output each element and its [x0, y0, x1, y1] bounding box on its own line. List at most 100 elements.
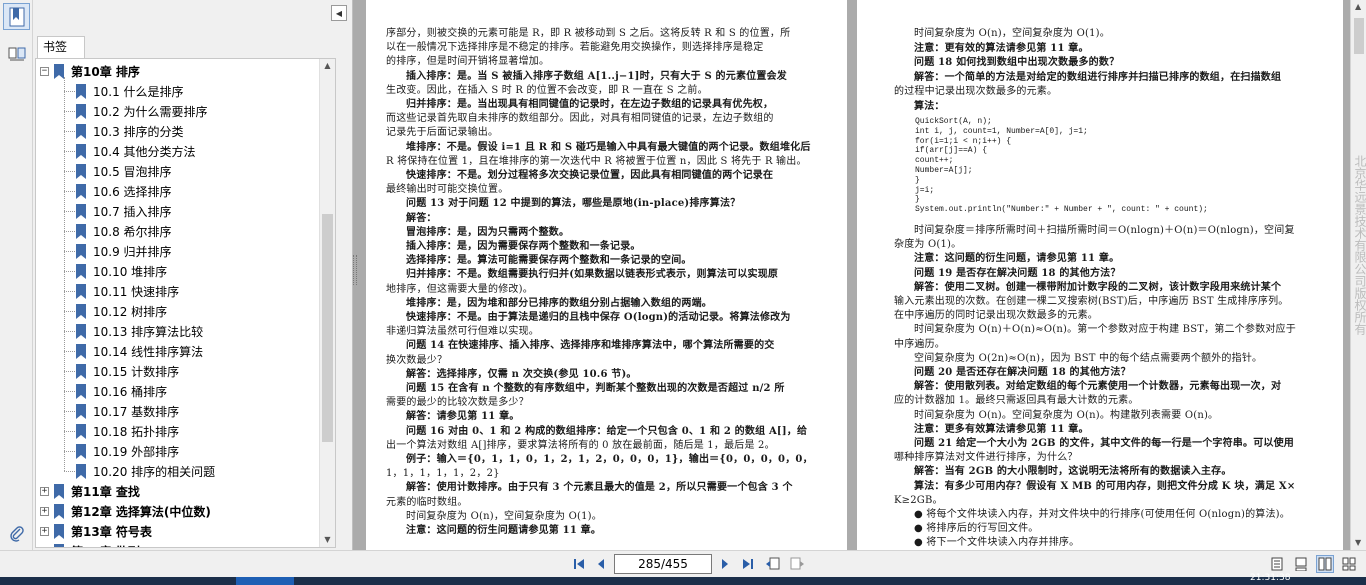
text-line: 归并排序：是。当出现具有相同键值的记录时，在左边子数组的记录具有优先权， [406, 99, 774, 110]
text-line: 非递归算法虽然可行但难以实现。 [386, 326, 539, 338]
tree-branch-line [64, 131, 75, 132]
bookmark-label: 第13章 符号表 [71, 524, 152, 539]
next-page-icon[interactable] [716, 555, 734, 573]
expand-node-icon[interactable]: + [40, 486, 49, 496]
text-line: 解答：当有 2GB 的大小限制时，这说明无法将所有的数据读入主存。 [914, 466, 1232, 478]
tree-branch-line [64, 431, 75, 432]
go-forward-view-icon[interactable] [788, 555, 806, 573]
scroll-down-arrow-icon[interactable]: ▼ [1355, 538, 1361, 547]
scroll-down-arrow-icon[interactable]: ▼ [323, 535, 332, 544]
tree-branch-line [64, 311, 75, 312]
bookmark-tree-scrollbar[interactable]: ▲ ▼ [319, 59, 335, 547]
go-back-view-icon[interactable] [764, 555, 782, 573]
bookmark-section[interactable]: 10.3 排序的分类 [76, 121, 184, 141]
tree-trunk-line [64, 77, 65, 471]
bookmark-section[interactable]: 10.8 希尔排序 [76, 221, 172, 241]
expand-node-icon[interactable]: + [40, 546, 49, 547]
bookmark-section[interactable]: 10.16 桶排序 [76, 381, 167, 401]
bookmark-icon [76, 143, 86, 159]
text-line: 问题 14 在快速排序、插入排序、选择排序和堆排序算法中，哪个算法所需要的交 [406, 340, 775, 352]
bookmark-icon [76, 403, 86, 419]
bookmark-section[interactable]: 10.19 外部排序 [76, 441, 179, 461]
text-line: 问题 15 在含有 n 个整数的有序数组中，判断某个整数出现的次数是否超过 n/… [406, 383, 785, 394]
bookmark-section[interactable]: 10.5 冒泡排序 [76, 161, 172, 181]
bookmark-label: 10.9 归并排序 [93, 244, 172, 259]
two-page-view-icon[interactable] [1316, 555, 1334, 573]
code-line: int i, j, count=1, Number=A[0], j=1; [915, 126, 1088, 136]
code-line: if(arr[j]==A) { [915, 146, 988, 156]
text-line: 归并排序：不是。数组需要执行归并(如果数据以链表形式表示，则算法可以实现原 [406, 269, 779, 281]
bookmark-section[interactable]: 10.18 拓扑排序 [76, 421, 179, 441]
text-line: 插入排序：是，因为需要保存两个整数和一条记录。 [406, 241, 641, 252]
text-line: 时间复杂度为 O(n)，空间复杂度为 O(1)。 [406, 510, 602, 522]
bookmark-section[interactable]: 10.11 快速排序 [76, 281, 179, 301]
bookmark-icon [54, 503, 64, 519]
text-line: 而这些记录首先取自未排序的数组部分。因此，对具有相同键值的记录，左边子数组的 [386, 113, 774, 125]
collapse-panel-button[interactable]: ◀ [331, 5, 347, 21]
text-line: ● 将下一个文件块读入内存并排序。 [914, 537, 1080, 549]
expand-node-icon[interactable]: + [40, 506, 49, 516]
two-page-continuous-view-icon[interactable] [1340, 555, 1358, 573]
bookmark-chapter[interactable]: + 第12章 选择算法(中位数) [40, 501, 211, 521]
last-page-icon[interactable] [739, 555, 757, 573]
document-scrollbar-thumb[interactable] [1354, 18, 1364, 54]
bookmarks-panel-icon[interactable] [3, 3, 30, 30]
attachments-icon[interactable] [3, 520, 30, 547]
text-line: 元素的临时数组。 [386, 496, 468, 508]
taskbar-active-app[interactable] [236, 577, 294, 585]
bookmark-section[interactable]: 10.20 排序的相关问题 [76, 461, 215, 481]
bookmark-section[interactable]: 10.4 其他分类方法 [76, 141, 196, 161]
code-line: j=i; [915, 185, 935, 195]
bookmark-section[interactable]: 10.10 堆排序 [76, 261, 167, 281]
bookmark-chapter[interactable]: − 第10章 排序 [40, 61, 140, 81]
bookmark-icon [76, 303, 86, 319]
bookmark-icon [76, 83, 86, 99]
bookmark-section[interactable]: 10.2 为什么需要排序 [76, 101, 208, 121]
text-line: 注意：这问题的衍生问题，请参见第 11 章。 [914, 253, 1120, 265]
scroll-up-arrow-icon[interactable]: ▲ [1355, 2, 1361, 11]
text-line: 在中序遍历的同时记录出现次数最多的元素。 [894, 310, 1098, 322]
text-line: 空间复杂度为 O(2n)≈O(n)，因为 BST 中的每个结点需要两个额外的指针… [914, 352, 1263, 364]
tab-bookmarks[interactable]: 书签 [37, 36, 85, 58]
bookmark-chapter[interactable]: + 第14章 散列 [40, 541, 140, 547]
text-line: 选择排序：是。算法可能需要保存两个整数和一条记录的空间。 [406, 255, 692, 267]
bookmark-section[interactable]: 10.17 基数排序 [76, 401, 179, 421]
text-line: 问题 16 对由 0、1 和 2 构成的数组排序：给定一个只包含 0、1 和 2… [406, 425, 808, 437]
tree-branch-line [64, 91, 75, 92]
text-line: 问题 18 如何找到数组中出现次数最多的数？ [914, 57, 1120, 68]
bookmark-section[interactable]: 10.7 插入排序 [76, 201, 172, 221]
page-number-field[interactable]: 285/455 [614, 554, 712, 574]
bookmark-section[interactable]: 10.9 归并排序 [76, 241, 172, 261]
bookmark-label: 10.14 线性排序算法 [93, 344, 204, 359]
continuous-page-view-icon[interactable] [1292, 555, 1310, 573]
text-line: 应的计数器加 1。最终只需返回具有最大计数的元素。 [894, 395, 1139, 407]
bookmark-section[interactable]: 10.12 树排序 [76, 301, 167, 321]
panel-splitter[interactable] [353, 255, 357, 285]
bookmark-label: 10.1 什么是排序 [93, 84, 184, 99]
bookmark-section[interactable]: 10.6 选择排序 [76, 181, 172, 201]
bookmark-section[interactable]: 10.15 计数排序 [76, 361, 179, 381]
text-line: K≥2GB。 [894, 494, 943, 506]
text-line: 时间复杂度＝排序所需时间＋扫描所需时间＝O(nlogn)＋O(n)＝O(nlog… [914, 225, 1295, 236]
text-line: 1，1，1，1，1，2，2} [386, 468, 500, 480]
scroll-up-arrow-icon[interactable]: ▲ [323, 61, 332, 70]
bookmark-section[interactable]: 10.1 什么是排序 [76, 81, 184, 101]
page-thumbnails-icon[interactable] [3, 40, 30, 67]
bookmark-chapter[interactable]: + 第11章 查找 [40, 481, 140, 501]
bookmark-icon [76, 443, 86, 459]
single-page-view-icon[interactable] [1268, 555, 1286, 573]
expand-node-icon[interactable]: + [40, 526, 49, 536]
text-line: ● 将排序后的行写回文件。 [914, 523, 1039, 535]
tree-branch-line [64, 211, 75, 212]
bookmark-chapter[interactable]: + 第13章 符号表 [40, 521, 152, 541]
bookmark-section[interactable]: 10.13 排序算法比较 [76, 321, 203, 341]
collapse-node-icon[interactable]: − [40, 66, 49, 76]
bookmark-section[interactable]: 10.14 线性排序算法 [76, 341, 203, 361]
text-line: 注意：更有效的算法请参见第 11 章。 [914, 42, 1089, 54]
bookmark-label: 10.11 快速排序 [93, 284, 180, 299]
text-line: 快速排序：不是。划分过程将多次交换记录位置，因此具有相同键值的两个记录在 [406, 170, 774, 181]
previous-page-icon[interactable] [592, 555, 610, 573]
bookmark-icon [76, 223, 86, 239]
scrollbar-thumb[interactable] [322, 214, 333, 442]
first-page-icon[interactable] [570, 555, 588, 573]
